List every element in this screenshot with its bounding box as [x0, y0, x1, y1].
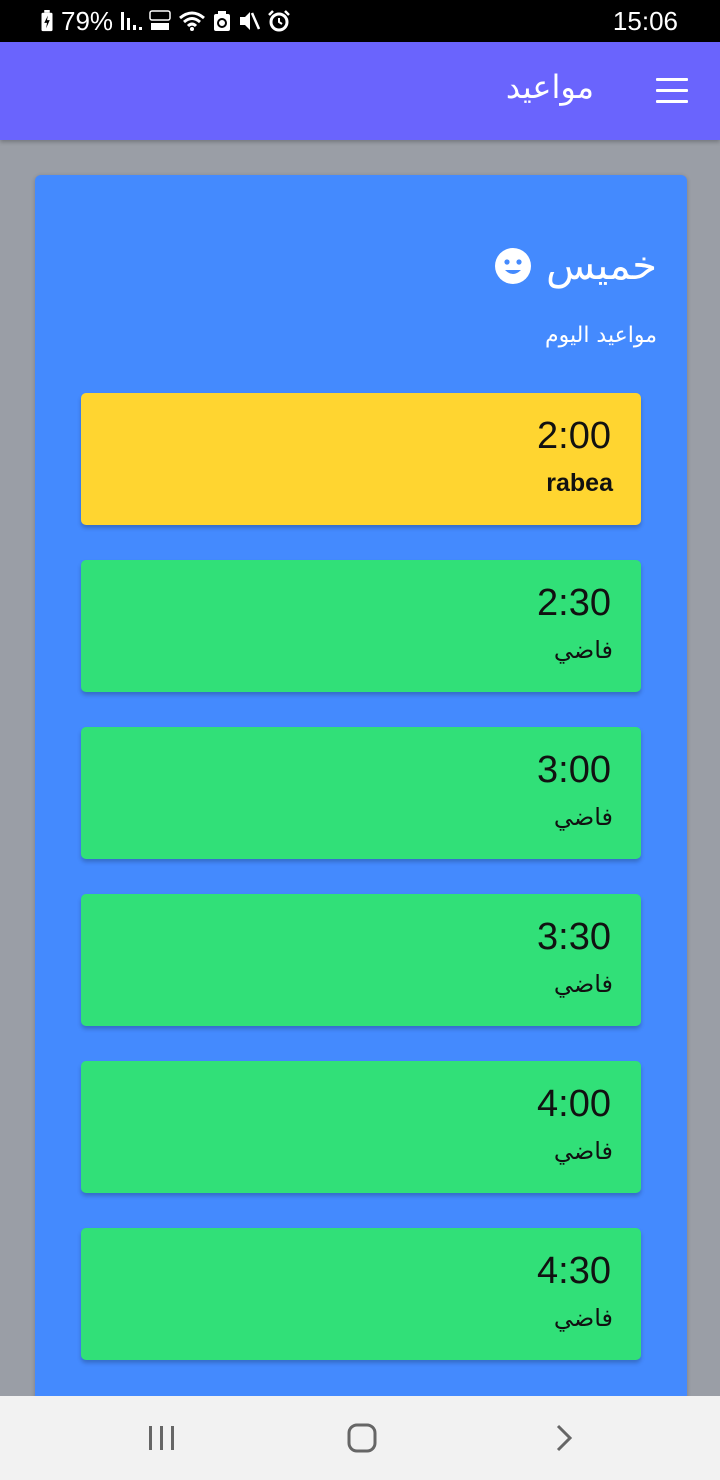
- slot-card[interactable]: 3:30 فاضي: [81, 894, 641, 1026]
- slot-time: 3:00: [537, 749, 611, 791]
- battery-charging-icon: [41, 10, 53, 32]
- status-bar: 79% 15:06: [0, 0, 720, 42]
- system-nav-bar: [0, 1396, 720, 1480]
- slot-label: فاضي: [553, 1137, 613, 1165]
- slot-card[interactable]: 4:30 فاضي: [81, 1228, 641, 1360]
- recent-apps-icon[interactable]: [140, 1418, 184, 1458]
- volte-icon: [149, 10, 171, 30]
- alarm-icon: [268, 10, 290, 32]
- slot-time: 2:00: [537, 415, 611, 457]
- slot-label: فاضي: [553, 636, 613, 664]
- slot-card[interactable]: 3:00 فاضي: [81, 727, 641, 859]
- day-header: خميس: [494, 243, 657, 289]
- battery-percent: 79%: [61, 5, 114, 36]
- status-time: 15:06: [612, 6, 678, 36]
- slot-time: 3:30: [537, 916, 611, 958]
- slot-time: 2:30: [537, 582, 611, 624]
- slot-time: 4:00: [537, 1083, 611, 1125]
- slot-card[interactable]: 2:00 rabea: [81, 393, 641, 525]
- slot-list: 2:00 rabea 2:30 فاضي 3:00 فاضي 3:30 فاضي…: [81, 393, 641, 1395]
- mute-icon: [240, 12, 261, 30]
- status-icons: 79%: [40, 6, 291, 36]
- recycle-icon: [214, 11, 231, 31]
- card-subtitle: مواعيد اليوم: [544, 323, 657, 348]
- slot-label: rabea: [546, 469, 613, 497]
- signal-icon: [121, 12, 143, 30]
- slot-card[interactable]: 4:00 فاضي: [81, 1061, 641, 1193]
- wifi-icon: [179, 11, 206, 31]
- app-bar: مواعيد: [0, 42, 720, 140]
- slot-time: 4:30: [537, 1250, 611, 1292]
- page-title: مواعيد: [505, 68, 594, 106]
- day-card: خميس مواعيد اليوم 2:00 rabea 2:30 فاضي 3…: [35, 175, 687, 1415]
- hamburger-menu-icon[interactable]: [656, 78, 690, 104]
- slot-label: فاضي: [553, 970, 613, 998]
- back-icon[interactable]: [542, 1418, 586, 1458]
- home-icon[interactable]: [340, 1418, 384, 1458]
- smiley-face-icon: [495, 248, 532, 284]
- slot-card[interactable]: 2:30 فاضي: [81, 560, 641, 692]
- day-title: خميس: [546, 243, 657, 289]
- slot-label: فاضي: [553, 803, 613, 831]
- slot-label: فاضي: [553, 1304, 613, 1332]
